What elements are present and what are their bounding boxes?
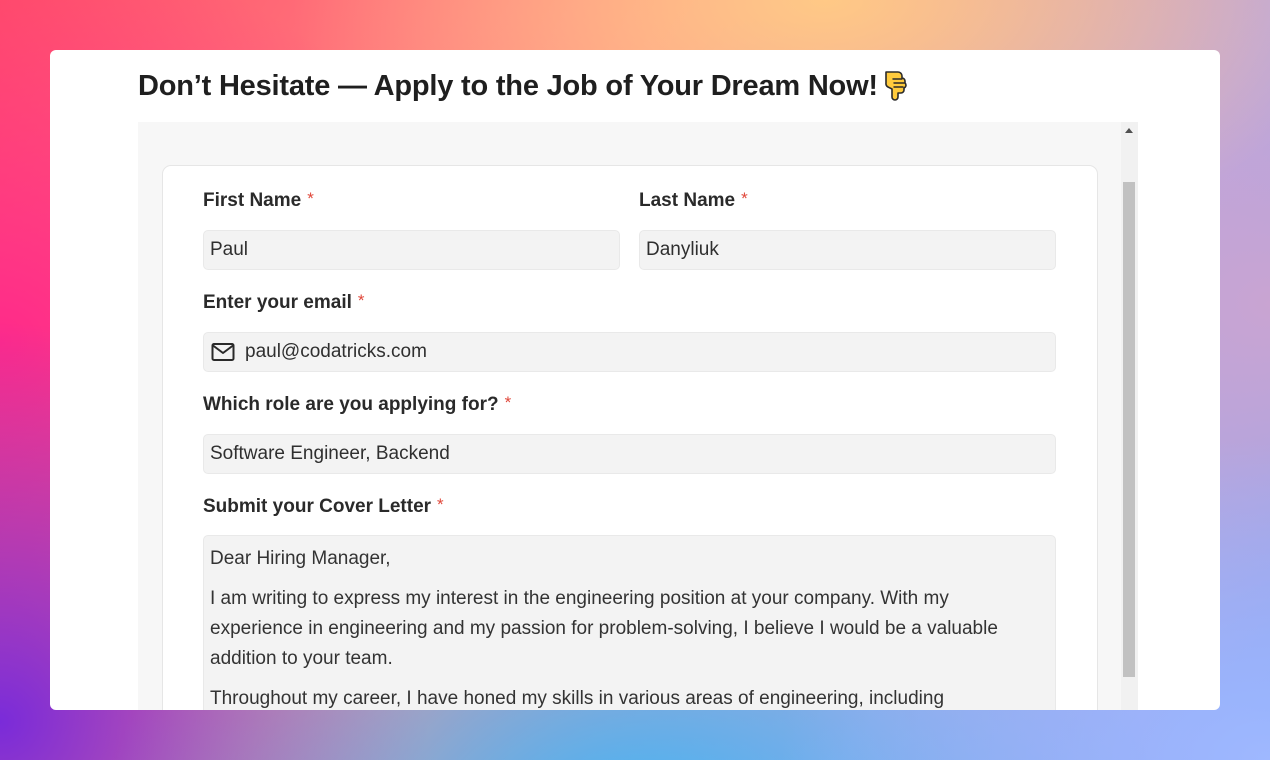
last-name-input[interactable]: Danyliuk (639, 230, 1056, 270)
role-value: Software Engineer, Backend (210, 443, 450, 464)
cover-letter-paragraph: Throughout my career, I have honed my sk… (210, 688, 945, 709)
form-embed: First Name * Paul Last Name * Danyliuk Ent… (138, 122, 1138, 710)
last-name-label: Last Name * (639, 189, 748, 211)
first-name-input[interactable]: Paul (203, 230, 620, 270)
cover-letter-paragraph: Dear Hiring Manager, (210, 548, 391, 569)
email-label: Enter your email * (203, 291, 365, 313)
pointing-down-hand-icon (885, 71, 907, 101)
required-marker: * (437, 495, 444, 514)
vertical-scrollbar[interactable] (1121, 122, 1138, 710)
first-name-label: First Name * (203, 189, 314, 211)
first-name-value: Paul (210, 239, 249, 260)
required-marker: * (741, 189, 748, 208)
cover-letter-paragraph: I am writing to express my interest in t… (210, 588, 998, 669)
role-label: Which role are you applying for? * (203, 393, 512, 415)
email-value: paul@codatricks.com (245, 341, 427, 362)
page-title: Don’t Hesitate — Apply to the Job of You… (138, 69, 908, 103)
app-window: Don’t Hesitate — Apply to the Job of You… (50, 50, 1220, 710)
cover-letter-label: Submit your Cover Letter * (203, 495, 444, 517)
required-marker: * (307, 189, 314, 208)
required-marker: * (504, 393, 512, 412)
mail-icon (211, 343, 235, 361)
page-title-text: Don’t Hesitate — Apply to the Job of You… (138, 70, 878, 102)
scroll-up-arrow-icon[interactable] (1125, 128, 1133, 133)
scrollbar-thumb[interactable] (1123, 182, 1135, 677)
email-field[interactable]: paul@codatricks.com (203, 332, 1056, 372)
last-name-value: Danyliuk (646, 239, 719, 260)
role-select[interactable]: Software Engineer, Backend (203, 434, 1056, 474)
required-marker: * (357, 291, 365, 310)
application-form-card: First Name * Paul Last Name * Danyliuk Ent… (162, 165, 1098, 710)
cover-letter-textarea[interactable]: Dear Hiring Manager, I am writing to exp… (203, 535, 1056, 710)
